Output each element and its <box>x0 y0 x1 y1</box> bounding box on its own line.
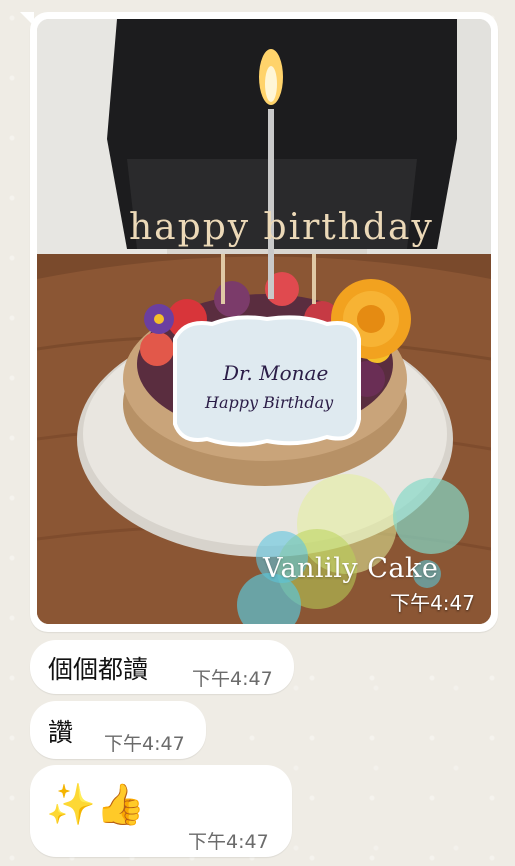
message-bubble[interactable]: ✨👍 下午4:47 <box>30 765 292 857</box>
message-timestamp: 下午4:47 <box>188 831 269 853</box>
emoji-message: ✨👍 <box>46 782 146 828</box>
message-text: 讚 <box>48 718 74 747</box>
message-timestamp: 下午4:47 <box>192 668 273 690</box>
photo-timestamp: 下午4:47 <box>390 591 475 615</box>
cake-photo-illustration <box>37 19 491 624</box>
message-text: 個個都讀 <box>48 655 149 684</box>
message-timestamp: 下午4:47 <box>104 733 185 755</box>
watermark: Vanlily Cake <box>263 553 439 584</box>
plaque-name: Dr. Monae <box>223 361 329 385</box>
message-bubble[interactable]: 讚 下午4:47 <box>30 701 206 759</box>
cake-topper-text: happy birthday <box>129 207 434 248</box>
message-bubble[interactable]: 個個都讀 下午4:47 <box>30 640 294 694</box>
plaque-greeting: Happy Birthday <box>205 393 334 412</box>
cake-photo[interactable]: happy birthday Dr. Monae Happy Birthday … <box>37 19 491 624</box>
